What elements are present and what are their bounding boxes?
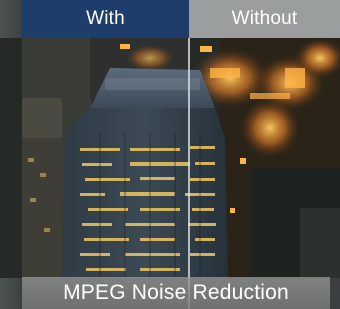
without-label: Without	[189, 0, 340, 38]
city-night-photo	[0, 38, 340, 278]
with-label: With	[22, 0, 189, 38]
comparison-frame: With Without MPEG Noise Reduction	[0, 0, 340, 309]
comparison-divider	[188, 38, 190, 309]
feature-caption: MPEG Noise Reduction	[22, 277, 330, 309]
